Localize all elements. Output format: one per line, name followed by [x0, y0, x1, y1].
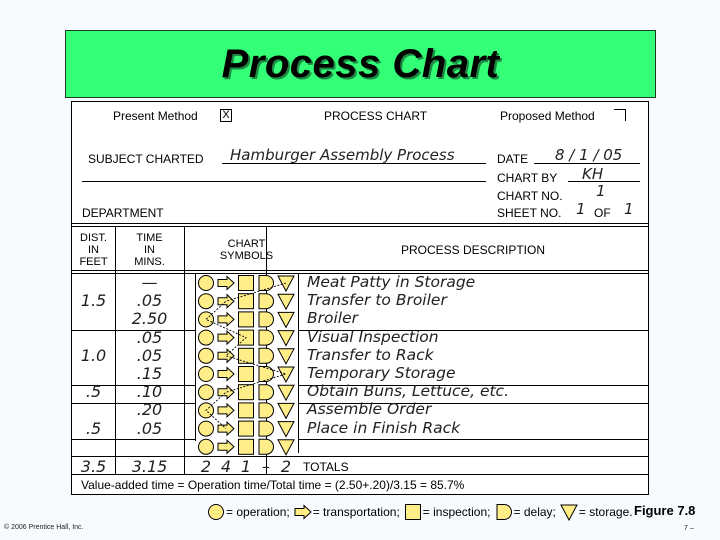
operation-symbol-icon: [198, 366, 214, 382]
legend-storage-icon: [560, 504, 578, 521]
transportation-symbol-icon: [217, 402, 235, 419]
value-added-summary: Value-added time = Operation time/Total …: [81, 478, 465, 492]
transportation-symbol-icon: [217, 293, 235, 309]
inspection-symbol-icon: [238, 366, 254, 382]
inspection-symbol-icon: [238, 311, 254, 328]
inspection-symbol-icon: [238, 420, 254, 437]
transportation-symbol-icon: [217, 366, 235, 382]
storage-icon: [560, 504, 578, 521]
delay-icon: [496, 504, 512, 520]
inspection-symbol-icon: [238, 293, 254, 310]
legend-label: = storage.: [578, 505, 633, 519]
operation-symbol-icon: [198, 438, 214, 455]
legend-label: = operation;: [226, 505, 290, 519]
operation-icon: [208, 504, 224, 520]
page-title: Process Chart: [221, 41, 500, 86]
delay-symbol-icon: [258, 384, 274, 401]
operation-symbol-icon: [198, 384, 214, 401]
legend-inspection-icon: [404, 504, 421, 520]
delay-symbol-icon: [258, 275, 274, 291]
legend-label: = delay;: [513, 505, 556, 519]
storage-symbol-icon: [277, 293, 295, 311]
delay-symbol-icon: [258, 329, 274, 346]
storage-symbol-icon: [277, 439, 295, 456]
figure-label: Figure 7.8: [634, 503, 696, 518]
inspection-symbol-icon: [238, 275, 254, 291]
total-delay: –: [262, 457, 270, 476]
storage-symbol-icon: [277, 384, 295, 402]
inspection-icon: [404, 504, 421, 520]
legend-operation-icon: [208, 504, 224, 520]
transportation-symbol-icon: [217, 348, 235, 364]
legend-label: = inspection;: [422, 505, 491, 519]
transportation-symbol-icon: [217, 275, 235, 291]
operation-symbol-icon: [198, 420, 214, 437]
storage-symbol-icon: [277, 311, 295, 329]
inspection-symbol-icon: [238, 402, 254, 419]
transportation-symbol-icon: [217, 311, 235, 328]
operation-symbol-icon: [198, 347, 214, 364]
total-transportation: 4: [220, 457, 232, 476]
delay-symbol-icon: [258, 311, 274, 328]
symbol-legend: = operation; = transportation; = inspectio…: [206, 503, 636, 521]
inspection-symbol-icon: [238, 438, 254, 455]
operation-symbol-icon: [198, 329, 214, 346]
inspection-symbol-icon: [238, 347, 254, 364]
copyright-text: © 2006 Prentice Hall, Inc.: [4, 524, 84, 531]
title-banner: Process Chart: [65, 30, 656, 98]
legend-transportation-icon: [294, 504, 312, 520]
totals-label: TOTALS: [303, 460, 349, 474]
total-operation: 2: [200, 457, 212, 476]
storage-symbol-icon: [277, 366, 295, 384]
delay-symbol-icon: [258, 420, 274, 437]
total-dist: 3.5: [80, 457, 107, 476]
inspection-symbol-icon: [238, 384, 254, 401]
total-inspection: 1: [240, 457, 252, 476]
delay-symbol-icon: [258, 438, 274, 455]
total-time: 3.15: [131, 457, 168, 476]
storage-symbol-icon: [277, 330, 295, 347]
operation-symbol-icon: [198, 275, 214, 291]
transportation-symbol-icon: [217, 439, 235, 455]
delay-symbol-icon: [258, 402, 274, 419]
transportation-symbol-icon: [217, 384, 235, 400]
delay-symbol-icon: [258, 347, 274, 364]
transportation-icon: [294, 504, 312, 520]
total-storage: 2: [280, 457, 292, 476]
chart-symbols-grid: [198, 275, 295, 456]
delay-symbol-icon: [258, 293, 274, 310]
page-number: 7 –: [684, 525, 694, 532]
storage-symbol-icon: [277, 421, 295, 438]
process-chart-form: Present Method X PROCESS CHART Proposed …: [71, 101, 649, 495]
legend-label: = transportation;: [312, 505, 400, 519]
operation-symbol-icon: [198, 293, 214, 310]
storage-symbol-icon: [277, 348, 295, 365]
storage-symbol-icon: [277, 402, 295, 420]
storage-symbol-icon: [277, 275, 295, 293]
transportation-symbol-icon: [217, 329, 235, 346]
delay-symbol-icon: [258, 366, 274, 382]
legend-delay-icon: [496, 504, 512, 520]
